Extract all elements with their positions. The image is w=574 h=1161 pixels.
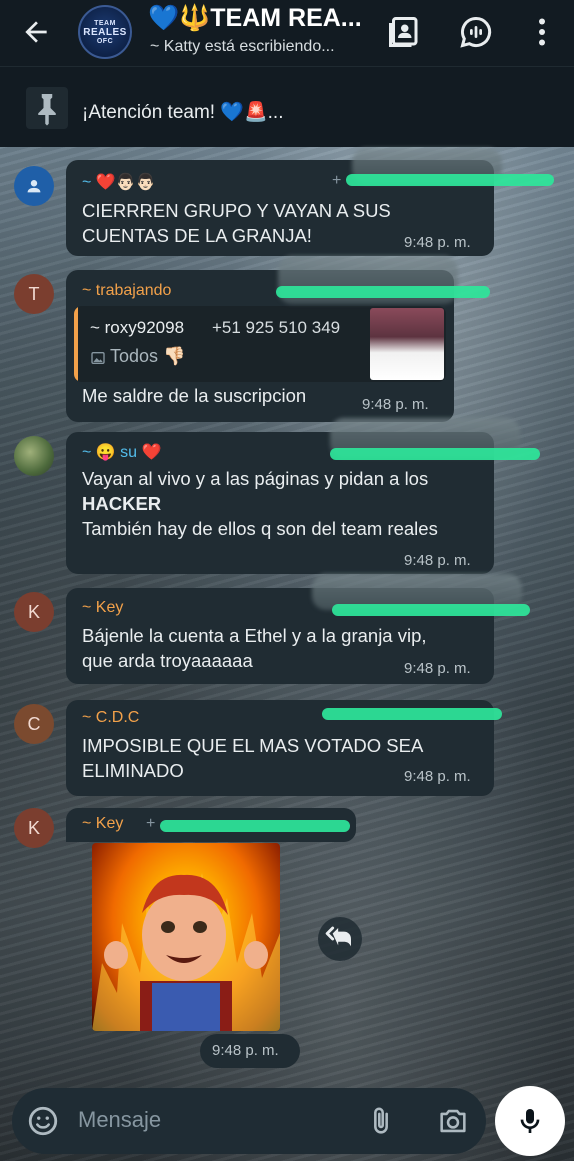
- back-arrow-icon[interactable]: [20, 16, 52, 48]
- quote-accent-bar: [74, 306, 78, 382]
- avatar-letter: K: [27, 817, 40, 838]
- quote-thumbnail: [370, 308, 444, 380]
- pinned-message-bar[interactable]: ¡Atención team! 💙🚨...: [0, 66, 574, 147]
- message-text: ELIMINADO: [82, 760, 184, 781]
- contact-card-icon[interactable]: [386, 14, 422, 50]
- forward-icon: [325, 926, 351, 947]
- phone-prefix: +: [146, 815, 156, 832]
- avatar[interactable]: T: [14, 274, 54, 314]
- quote-sender: ~ roxy92098: [90, 318, 185, 337]
- avatar-letter: T: [28, 283, 40, 304]
- avatar-letter: K: [27, 601, 40, 622]
- group-avatar-bottom-text: OFC: [96, 37, 114, 45]
- group-title[interactable]: 💙🔱TEAM REA...: [148, 4, 362, 33]
- avatar[interactable]: [14, 166, 54, 206]
- voice-record-button[interactable]: [495, 1086, 565, 1156]
- sticker-image[interactable]: [92, 843, 280, 1031]
- message-text-bold: HACKER: [82, 493, 162, 514]
- avatar[interactable]: C: [14, 704, 54, 744]
- forward-button[interactable]: [318, 917, 362, 961]
- message-text: Vayan al vivo y a las páginas y pidan a …: [82, 468, 429, 489]
- avatar[interactable]: K: [14, 808, 54, 848]
- sticker-time-badge: 9:48 p. m.: [200, 1034, 300, 1068]
- message-time: 9:48 p. m.: [404, 660, 471, 677]
- message-time: 9:48 p. m.: [362, 396, 429, 413]
- sender-name[interactable]: ~ C.D.C: [82, 709, 139, 727]
- redaction-highlight: [330, 448, 540, 460]
- message-time: 9:48 p. m.: [404, 234, 471, 251]
- sender-name[interactable]: ~ ❤️👨🏻👨🏻: [82, 172, 156, 192]
- quote-text: Todos 👎🏻: [110, 346, 186, 366]
- avatar[interactable]: [14, 436, 54, 476]
- sender-name[interactable]: ~ 😛 su ❤️: [82, 442, 161, 462]
- redaction-highlight: [332, 604, 530, 616]
- voice-chat-icon[interactable]: [458, 14, 494, 50]
- message-text: Bájenle la cuenta a Ethel y a la granja …: [82, 625, 427, 646]
- pinned-message-text: ¡Atención team! 💙🚨...: [82, 102, 284, 123]
- message-text: que arda troyaaaaaa: [82, 650, 253, 671]
- sender-name[interactable]: ~ Key: [82, 815, 123, 833]
- image-icon: [91, 352, 105, 364]
- message-time: 9:48 p. m.: [212, 1042, 279, 1059]
- typing-status: ~ Katty está escribiendo...: [150, 38, 335, 55]
- pin-icon: [26, 87, 68, 129]
- message-text: Me saldre de la suscripcion: [82, 385, 307, 406]
- redaction-highlight: [276, 286, 490, 298]
- avatar[interactable]: K: [14, 592, 54, 632]
- group-avatar-main-text: REALES: [83, 26, 127, 38]
- message-time: 9:48 p. m.: [404, 552, 471, 569]
- avatar-letter: C: [27, 713, 41, 734]
- camera-icon[interactable]: [436, 1104, 470, 1138]
- redaction-highlight: [346, 174, 554, 186]
- default-user-icon: [27, 180, 41, 193]
- message-text: CUENTAS DE LA GRANJA!: [82, 225, 312, 246]
- redaction-highlight: [160, 820, 350, 832]
- message-time: 9:48 p. m.: [404, 768, 471, 785]
- redaction-highlight: [322, 708, 502, 720]
- quote-phone: +51 925 510 349: [212, 318, 341, 337]
- microphone-icon: [520, 1109, 540, 1133]
- message-input[interactable]: Mensaje: [78, 1107, 161, 1133]
- message-text: CIERRREN GRUPO Y VAYAN A SUS: [82, 200, 391, 221]
- group-avatar[interactable]: TEAM REALES OFC: [78, 5, 132, 59]
- chat-header: TEAM REALES OFC 💙🔱TEAM REA... ~ Katty es…: [0, 0, 574, 66]
- chucky-fire-sticker: [92, 873, 280, 1031]
- sender-name[interactable]: ~ trabajando: [82, 282, 171, 300]
- sender-name[interactable]: ~ Key: [82, 599, 123, 617]
- attach-icon[interactable]: [364, 1104, 398, 1138]
- message-text: También hay de ellos q son del team real…: [82, 518, 438, 539]
- quoted-message[interactable]: ~ roxy92098 +51 925 510 349 Todos 👎🏻: [74, 306, 446, 382]
- message-text: IMPOSIBLE QUE EL MAS VOTADO SEA: [82, 735, 424, 756]
- sticker-emoji-icon[interactable]: [26, 1104, 60, 1138]
- more-options-icon[interactable]: [524, 14, 560, 50]
- phone-prefix: +: [332, 172, 342, 189]
